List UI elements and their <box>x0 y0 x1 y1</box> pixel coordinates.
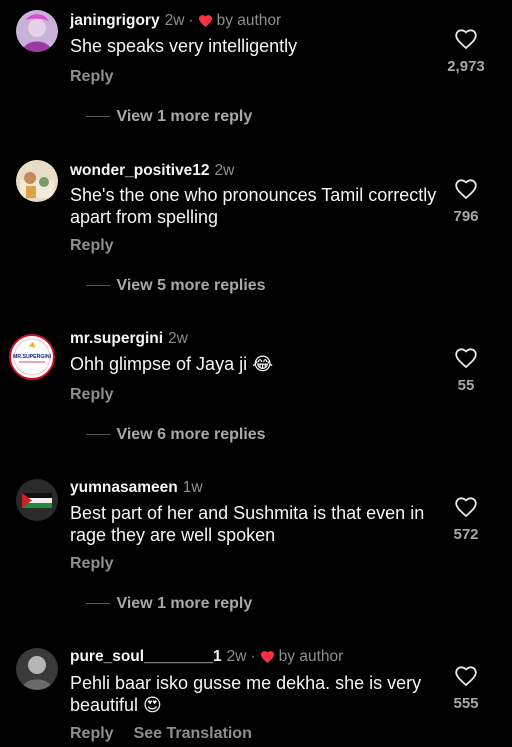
comment-actions: Reply <box>70 386 134 404</box>
view-more-replies[interactable]: View 6 more replies <box>86 426 266 444</box>
like-control: 796 <box>436 178 496 225</box>
see-translation-button[interactable]: See Translation <box>134 725 252 742</box>
divider-line <box>86 603 110 605</box>
username[interactable]: wonder_positive12 <box>70 162 210 179</box>
avatar[interactable] <box>16 160 58 202</box>
like-count: 572 <box>453 526 479 543</box>
username[interactable]: mr.supergini <box>70 330 163 347</box>
heart-filled-icon <box>260 651 274 663</box>
by-author-label: by author <box>216 12 282 29</box>
heart-outline-icon[interactable] <box>454 665 478 687</box>
reply-button[interactable]: Reply <box>70 68 114 85</box>
avatar[interactable] <box>16 648 58 690</box>
separator-dot: · <box>188 12 194 29</box>
like-control: 2,973 <box>436 28 496 75</box>
like-control: 55 <box>436 347 496 394</box>
view-more-label: View 1 more reply <box>116 595 253 612</box>
like-control: 572 <box>436 496 496 543</box>
like-count: 796 <box>453 208 479 225</box>
view-more-replies[interactable]: View 5 more replies <box>86 277 266 295</box>
like-control: 555 <box>436 665 496 712</box>
timestamp: 2w <box>226 648 247 665</box>
heart-filled-icon <box>198 15 212 27</box>
comment-meta: janingrigory 2w · by author <box>70 12 281 30</box>
like-count: 55 <box>457 377 475 394</box>
reply-button[interactable]: Reply <box>70 555 114 572</box>
reply-button[interactable]: Reply <box>70 237 114 254</box>
avatar[interactable]: MR.SUPERGINI <box>9 334 55 380</box>
comment-text: Pehli baar isko gusse me dekha. she is v… <box>70 673 422 715</box>
avatar[interactable] <box>16 479 58 521</box>
view-more-label: View 6 more replies <box>116 426 266 443</box>
view-more-label: View 1 more reply <box>116 108 253 125</box>
timestamp: 1w <box>182 479 203 496</box>
comment-meta: wonder_positive12 2w <box>70 162 234 180</box>
comment-text: Ohh glimpse of Jaya ji 😂 <box>70 354 274 374</box>
divider-line <box>86 434 110 436</box>
comment-actions: Reply See Translation <box>70 725 272 743</box>
by-author-label: by author <box>278 648 344 665</box>
comment-actions: Reply <box>70 555 134 573</box>
username[interactable]: yumnasameen <box>70 479 178 496</box>
separator-dot: · <box>250 648 256 665</box>
avatar[interactable] <box>16 10 58 52</box>
avatar-logo-text: MR.SUPERGINI <box>13 354 52 360</box>
comment-meta: mr.supergini 2w <box>70 330 188 348</box>
heart-outline-icon[interactable] <box>454 178 478 200</box>
like-count: 555 <box>453 695 479 712</box>
divider-line <box>86 116 110 118</box>
username[interactable]: pure_soul________1 <box>70 648 222 665</box>
username[interactable]: janingrigory <box>70 12 160 29</box>
timestamp: 2w <box>168 330 188 347</box>
view-more-replies[interactable]: View 1 more reply <box>86 595 252 613</box>
reply-button[interactable]: Reply <box>70 725 114 742</box>
comment-meta: pure_soul________1 2w · by author <box>70 648 343 666</box>
comment-actions: Reply <box>70 237 134 255</box>
like-count: 2,973 <box>447 58 485 75</box>
heart-outline-icon[interactable] <box>454 496 478 518</box>
comment-text: Best part of her and Sushmita is that ev… <box>70 503 425 545</box>
timestamp: 2w <box>214 162 235 179</box>
reply-button[interactable]: Reply <box>70 386 114 403</box>
divider-line <box>86 285 110 287</box>
comment-text: She's the one who pronounces Tamil corre… <box>70 185 437 227</box>
comment-actions: Reply <box>70 68 134 86</box>
heart-outline-icon[interactable] <box>454 28 478 50</box>
timestamp: 2w <box>164 12 185 29</box>
comment-text: She speaks very intelligently <box>70 36 298 56</box>
view-more-label: View 5 more replies <box>116 277 266 294</box>
heart-outline-icon[interactable] <box>454 347 478 369</box>
view-more-replies[interactable]: View 1 more reply <box>86 108 252 126</box>
comment-meta: yumnasameen 1w <box>70 479 203 497</box>
